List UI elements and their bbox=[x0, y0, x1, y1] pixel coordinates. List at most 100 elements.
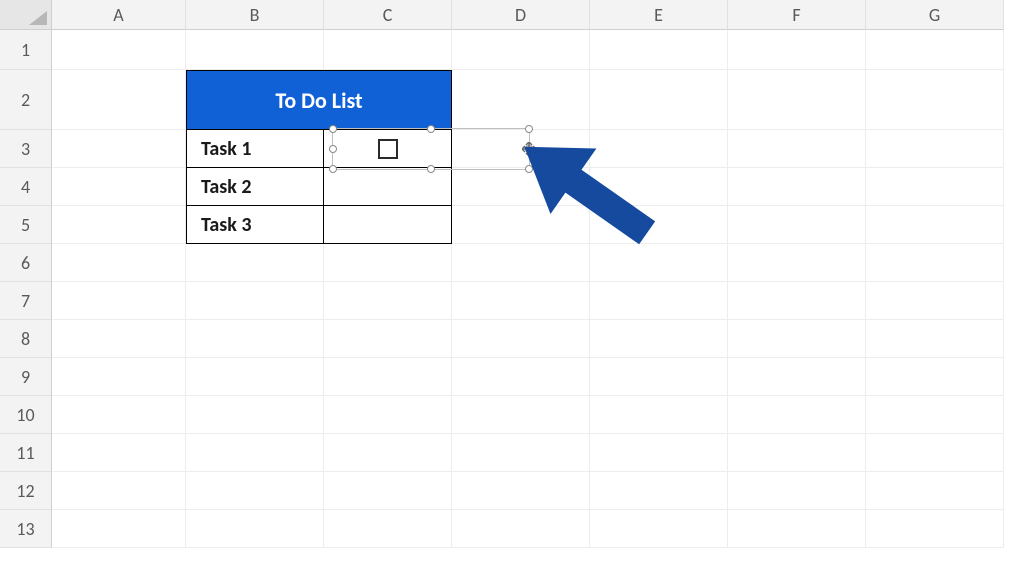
cell-G11[interactable] bbox=[866, 434, 1004, 472]
task-cell-2[interactable]: Task 2 bbox=[186, 168, 324, 206]
cell-A6[interactable] bbox=[52, 244, 186, 282]
task-cell-1[interactable]: Task 1 bbox=[186, 130, 324, 168]
cell-D9[interactable] bbox=[452, 358, 590, 396]
resize-handle-w[interactable] bbox=[329, 145, 337, 153]
cell-F3[interactable] bbox=[728, 130, 866, 168]
cell-F2[interactable] bbox=[728, 70, 866, 130]
cell-A12[interactable] bbox=[52, 472, 186, 510]
cell-G3[interactable] bbox=[866, 130, 1004, 168]
cell-E2[interactable] bbox=[590, 70, 728, 130]
cell-G8[interactable] bbox=[866, 320, 1004, 358]
cell-F9[interactable] bbox=[728, 358, 866, 396]
cell-D1[interactable] bbox=[452, 30, 590, 70]
cell-F7[interactable] bbox=[728, 282, 866, 320]
checkbox-form-control[interactable] bbox=[332, 128, 530, 170]
row-header-3[interactable]: 3 bbox=[0, 130, 52, 168]
resize-handle-s[interactable] bbox=[427, 165, 435, 173]
cell-A11[interactable] bbox=[52, 434, 186, 472]
cell-E9[interactable] bbox=[590, 358, 728, 396]
resize-handle-ne[interactable] bbox=[525, 125, 533, 133]
cell-G4[interactable] bbox=[866, 168, 1004, 206]
cell-G6[interactable] bbox=[866, 244, 1004, 282]
column-header-B[interactable]: B bbox=[186, 0, 324, 30]
cell-F4[interactable] bbox=[728, 168, 866, 206]
cell-D12[interactable] bbox=[452, 472, 590, 510]
row-header-7[interactable]: 7 bbox=[0, 282, 52, 320]
row-header-10[interactable]: 10 bbox=[0, 396, 52, 434]
cell-C7[interactable] bbox=[324, 282, 452, 320]
row-header-9[interactable]: 9 bbox=[0, 358, 52, 396]
cell-F1[interactable] bbox=[728, 30, 866, 70]
cell-G10[interactable] bbox=[866, 396, 1004, 434]
cell-B9[interactable] bbox=[186, 358, 324, 396]
cell-G1[interactable] bbox=[866, 30, 1004, 70]
cell-F13[interactable] bbox=[728, 510, 866, 548]
cell-C13[interactable] bbox=[324, 510, 452, 548]
column-header-G[interactable]: G bbox=[866, 0, 1004, 30]
cell-B7[interactable] bbox=[186, 282, 324, 320]
cell-E12[interactable] bbox=[590, 472, 728, 510]
cell-C1[interactable] bbox=[324, 30, 452, 70]
cell-F5[interactable] bbox=[728, 206, 866, 244]
row-header-1[interactable]: 1 bbox=[0, 30, 52, 70]
row-header-11[interactable]: 11 bbox=[0, 434, 52, 472]
cell-A2[interactable] bbox=[52, 70, 186, 130]
cell-G9[interactable] bbox=[866, 358, 1004, 396]
cell-B13[interactable] bbox=[186, 510, 324, 548]
cell-G7[interactable] bbox=[866, 282, 1004, 320]
cell-C11[interactable] bbox=[324, 434, 452, 472]
task-status-cell-3[interactable] bbox=[324, 206, 452, 244]
cell-A13[interactable] bbox=[52, 510, 186, 548]
column-header-F[interactable]: F bbox=[728, 0, 866, 30]
cell-B12[interactable] bbox=[186, 472, 324, 510]
cell-C9[interactable] bbox=[324, 358, 452, 396]
todo-list-header[interactable]: To Do List bbox=[186, 70, 452, 130]
column-header-C[interactable]: C bbox=[324, 0, 452, 30]
resize-handle-sw[interactable] bbox=[329, 165, 337, 173]
task-cell-3[interactable]: Task 3 bbox=[186, 206, 324, 244]
cell-D2[interactable] bbox=[452, 70, 590, 130]
cell-E7[interactable] bbox=[590, 282, 728, 320]
cell-B6[interactable] bbox=[186, 244, 324, 282]
cell-F6[interactable] bbox=[728, 244, 866, 282]
cell-D13[interactable] bbox=[452, 510, 590, 548]
cell-A10[interactable] bbox=[52, 396, 186, 434]
cell-A3[interactable] bbox=[52, 130, 186, 168]
cell-F10[interactable] bbox=[728, 396, 866, 434]
cell-G5[interactable] bbox=[866, 206, 1004, 244]
checkbox-icon[interactable] bbox=[378, 139, 398, 159]
cell-A1[interactable] bbox=[52, 30, 186, 70]
cell-A7[interactable] bbox=[52, 282, 186, 320]
cell-F8[interactable] bbox=[728, 320, 866, 358]
cell-E10[interactable] bbox=[590, 396, 728, 434]
column-header-A[interactable]: A bbox=[52, 0, 186, 30]
select-all-corner[interactable] bbox=[0, 0, 52, 30]
resize-handle-nw[interactable] bbox=[329, 125, 337, 133]
cell-G2[interactable] bbox=[866, 70, 1004, 130]
cell-E13[interactable] bbox=[590, 510, 728, 548]
cell-C10[interactable] bbox=[324, 396, 452, 434]
row-header-5[interactable]: 5 bbox=[0, 206, 52, 244]
cell-A4[interactable] bbox=[52, 168, 186, 206]
row-header-4[interactable]: 4 bbox=[0, 168, 52, 206]
row-header-8[interactable]: 8 bbox=[0, 320, 52, 358]
cell-D10[interactable] bbox=[452, 396, 590, 434]
column-header-E[interactable]: E bbox=[590, 0, 728, 30]
cell-B10[interactable] bbox=[186, 396, 324, 434]
task-status-cell-2[interactable] bbox=[324, 168, 452, 206]
cell-B11[interactable] bbox=[186, 434, 324, 472]
cell-G12[interactable] bbox=[866, 472, 1004, 510]
cell-C12[interactable] bbox=[324, 472, 452, 510]
cell-B1[interactable] bbox=[186, 30, 324, 70]
cell-C6[interactable] bbox=[324, 244, 452, 282]
cell-B8[interactable] bbox=[186, 320, 324, 358]
cell-E8[interactable] bbox=[590, 320, 728, 358]
cell-A9[interactable] bbox=[52, 358, 186, 396]
cell-D8[interactable] bbox=[452, 320, 590, 358]
cell-G13[interactable] bbox=[866, 510, 1004, 548]
cell-C8[interactable] bbox=[324, 320, 452, 358]
row-header-2[interactable]: 2 bbox=[0, 70, 52, 130]
cell-D7[interactable] bbox=[452, 282, 590, 320]
cell-D11[interactable] bbox=[452, 434, 590, 472]
row-header-13[interactable]: 13 bbox=[0, 510, 52, 548]
